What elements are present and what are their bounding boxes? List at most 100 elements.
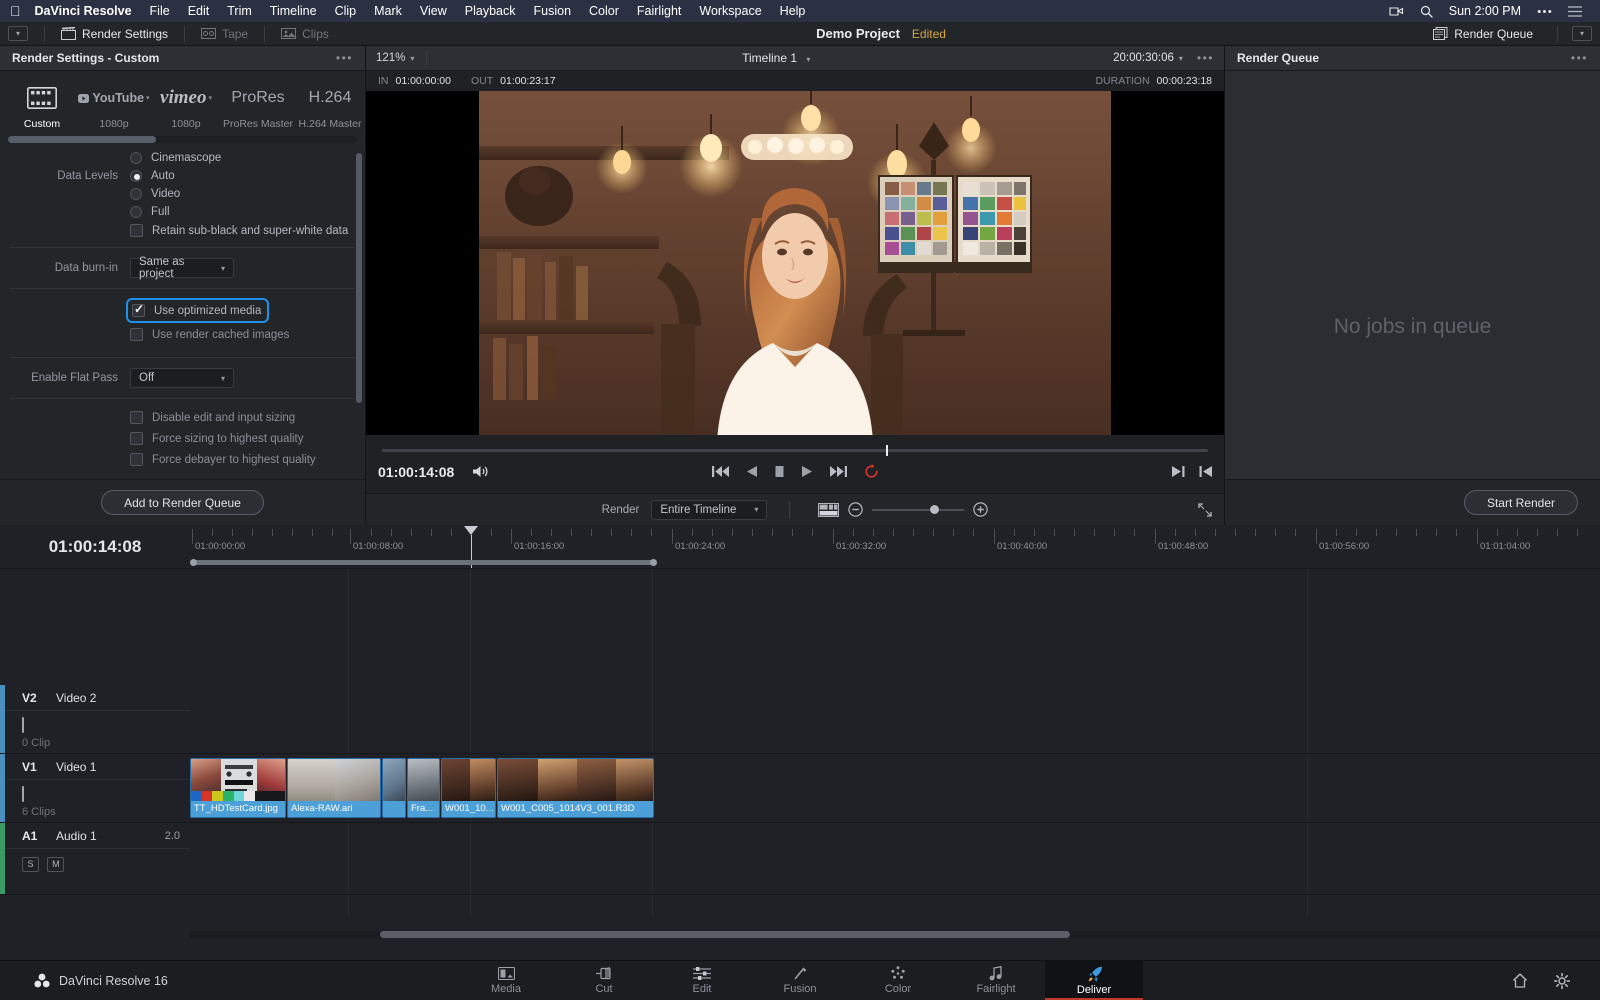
data-levels-full-radio[interactable]: [130, 206, 142, 218]
speaker-icon[interactable]: [472, 464, 489, 479]
page-tab-cut[interactable]: Cut: [555, 961, 653, 1000]
retain-subblack-row[interactable]: Retain sub-black and super-white data: [0, 221, 365, 240]
track-header-v2[interactable]: V2 Video 2 0 Clip: [0, 685, 190, 754]
track-lane-a1[interactable]: [190, 823, 1600, 895]
skip-to-end-icon[interactable]: [829, 465, 847, 478]
preset-scrollbar-thumb[interactable]: [8, 136, 156, 143]
render-queue-list[interactable]: No jobs in queue: [1225, 71, 1600, 479]
add-to-render-queue-button[interactable]: Add to Render Queue: [101, 490, 264, 515]
timeline-clip-2[interactable]: [382, 758, 406, 818]
menu-app-name[interactable]: DaVinci Resolve: [35, 4, 141, 18]
menu-workspace[interactable]: Workspace: [690, 4, 770, 18]
use-render-cached-checkbox[interactable]: [130, 328, 143, 341]
viewer-layout-icon[interactable]: [818, 502, 840, 517]
track-lane-v2[interactable]: [190, 685, 1600, 754]
timeline-timecode[interactable]: 01:00:14:08: [0, 525, 190, 568]
data-levels-auto-radio[interactable]: [130, 170, 142, 182]
menu-timeline[interactable]: Timeline: [261, 4, 326, 18]
viewer-options-icon[interactable]: •••: [1197, 51, 1214, 65]
preset-scrollbar[interactable]: [8, 136, 357, 143]
toolbar-render-settings[interactable]: Render Settings: [51, 27, 178, 41]
settings-scrollbar[interactable]: [356, 143, 362, 479]
preset-prores[interactable]: ProRes ProRes Master: [222, 81, 294, 130]
data-burn-in-select[interactable]: Same as project ▾: [130, 256, 234, 280]
viewer-scrubber[interactable]: [382, 444, 1208, 456]
page-tab-media[interactable]: Media: [457, 961, 555, 1000]
force-sizing-quality-row[interactable]: Force sizing to highest quality: [0, 427, 365, 448]
settings-scrollbar-thumb[interactable]: [356, 153, 362, 403]
data-levels-video-radio[interactable]: [130, 188, 142, 200]
go-to-start-icon[interactable]: [1199, 465, 1212, 478]
menu-fusion[interactable]: Fusion: [525, 4, 581, 18]
data-levels-full-row[interactable]: Full: [0, 203, 365, 221]
data-levels-auto-row[interactable]: Data Levels Auto: [0, 167, 365, 185]
viewer-zoom-value[interactable]: 121%: [376, 52, 405, 64]
menu-trim[interactable]: Trim: [218, 4, 261, 18]
skip-to-start-icon[interactable]: [711, 465, 729, 478]
menu-clock[interactable]: Sun 2:00 PM: [1441, 4, 1529, 18]
chevron-down-icon[interactable]: ▾: [8, 26, 28, 41]
viewer-timeline-name[interactable]: Timeline 1 ▾: [439, 51, 1113, 65]
use-optimized-media-checkbox[interactable]: [132, 302, 145, 317]
track-a1-mute-button[interactable]: M: [47, 856, 65, 872]
more-icon[interactable]: [1529, 9, 1560, 14]
menu-playback[interactable]: Playback: [456, 4, 525, 18]
timeline-range-start-dot[interactable]: [190, 559, 197, 566]
screen-record-icon[interactable]: [1381, 5, 1412, 17]
track-v2-name[interactable]: Video 2: [56, 691, 96, 705]
cinemascope-row[interactable]: Cinemascope: [0, 149, 365, 167]
timeline-clip-3[interactable]: Fra...: [407, 758, 440, 818]
play-reverse-icon[interactable]: [746, 465, 757, 478]
page-tab-fusion[interactable]: Fusion: [751, 961, 849, 1000]
search-icon[interactable]: [1412, 5, 1441, 18]
menu-view[interactable]: View: [411, 4, 456, 18]
viewer-scrubber-playhead[interactable]: [885, 444, 888, 456]
timeline-range-end-dot[interactable]: [650, 559, 657, 566]
force-sizing-quality-checkbox[interactable]: [130, 432, 143, 445]
stop-icon[interactable]: [774, 465, 785, 478]
video-track-icon-v1[interactable]: [22, 786, 24, 802]
timeline-grid[interactable]: TT_HDTestCard.jpg Alexa-RAW.ari Fra... W…: [190, 569, 1600, 917]
viewer-total-timecode[interactable]: 20:00:30:06: [1113, 52, 1174, 64]
timeline-ruler[interactable]: 01:00:00:00 01:00:08:00 01:00:16:00 01:0…: [190, 525, 1600, 568]
use-render-cached-row[interactable]: Use render cached images: [0, 322, 365, 344]
force-debayer-quality-checkbox[interactable]: [130, 453, 143, 466]
viewer-in-value[interactable]: 01:00:00:00: [396, 75, 451, 87]
toolbar-tape[interactable]: Tape: [191, 27, 258, 41]
enable-flat-pass-select[interactable]: Off ▾: [130, 368, 234, 388]
toolbar-render-queue-button[interactable]: Render Queue: [1423, 27, 1543, 41]
zoom-slider-knob[interactable]: [930, 504, 940, 514]
expand-icon[interactable]: [1198, 502, 1212, 517]
preset-custom[interactable]: Custom: [6, 81, 78, 130]
menu-help[interactable]: Help: [771, 4, 815, 18]
disable-edit-sizing-row[interactable]: Disable edit and input sizing: [0, 406, 365, 427]
track-header-a1[interactable]: A1 Audio 1 2.0 S M: [0, 823, 190, 895]
play-icon[interactable]: [801, 465, 813, 478]
menu-file[interactable]: File: [141, 4, 179, 18]
toolbar-clips[interactable]: Clips: [271, 27, 339, 41]
zoom-out-icon[interactable]: [848, 502, 864, 517]
chevron-down-icon-vimeo[interactable]: ▾: [208, 94, 212, 102]
menu-edit[interactable]: Edit: [179, 4, 219, 18]
go-to-end-icon[interactable]: [1172, 465, 1185, 478]
chevron-down-icon-right[interactable]: ▾: [1572, 26, 1592, 41]
chevron-down-icon-tc[interactable]: ▾: [1179, 54, 1183, 63]
start-render-button[interactable]: Start Render: [1463, 490, 1578, 515]
retain-subblack-checkbox[interactable]: [130, 224, 143, 237]
preset-h264[interactable]: H.264 H.264 Master: [294, 81, 366, 130]
cinemascope-radio[interactable]: [130, 152, 142, 164]
page-tab-color[interactable]: Color: [849, 961, 947, 1000]
preset-youtube[interactable]: YouTube ▾ 1080p: [78, 81, 150, 130]
timeline-playhead-handle[interactable]: [464, 526, 478, 535]
track-v1-name[interactable]: Video 1: [56, 760, 96, 774]
timeline-range-bar[interactable]: [190, 559, 1600, 566]
video-track-icon-v2[interactable]: [22, 717, 24, 733]
use-optimized-media-row[interactable]: Use optimized media: [0, 296, 365, 323]
page-tab-fairlight[interactable]: Fairlight: [947, 961, 1045, 1000]
zoom-in-icon[interactable]: [973, 502, 989, 517]
timeline-clip-5[interactable]: W001_C005_1014V3_001.R3D: [497, 758, 654, 818]
track-a1-solo-button[interactable]: S: [22, 856, 39, 872]
enable-flat-pass-row[interactable]: Enable Flat Pass Off ▾: [0, 365, 365, 391]
viewer-out-value[interactable]: 01:00:23:17: [500, 75, 555, 87]
loop-icon[interactable]: [864, 464, 879, 479]
